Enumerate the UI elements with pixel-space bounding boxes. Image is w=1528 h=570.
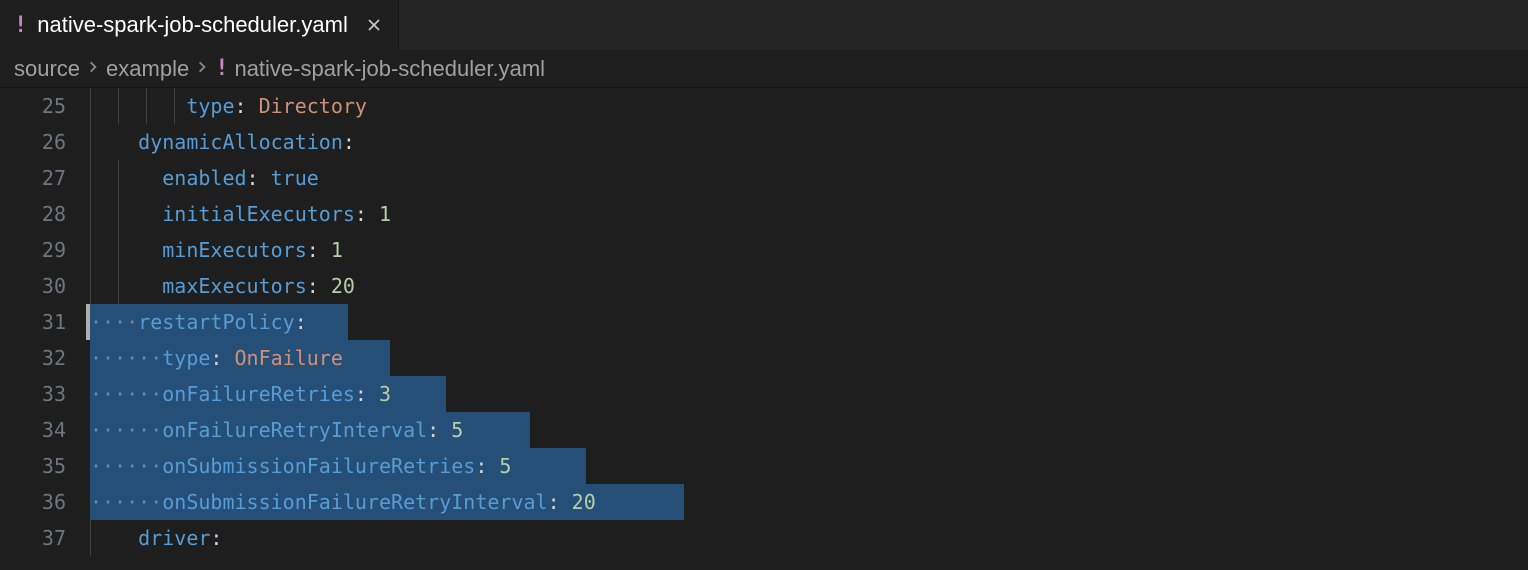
code-line[interactable]: enabled: true [90,160,1528,196]
tab-filename: native-spark-job-scheduler.yaml [37,12,348,38]
code-line[interactable]: initialExecutors: 1 [90,196,1528,232]
chevron-right-icon [195,58,209,79]
code-line[interactable]: ······onFailureRetryInterval: 5 [90,412,1528,448]
code-line[interactable]: ····restartPolicy: [90,304,1528,340]
breadcrumb-item[interactable]: source [14,56,80,82]
code-editor[interactable]: 25262728293031323334353637 type: Directo… [0,88,1528,556]
tab-bar: ! native-spark-job-scheduler.yaml [0,0,1528,50]
line-number: 33 [0,376,66,412]
line-number-gutter: 25262728293031323334353637 [0,88,90,556]
code-line[interactable]: ······type: OnFailure [90,340,1528,376]
code-line[interactable]: type: Directory [90,88,1528,124]
breadcrumb-item[interactable]: example [106,56,189,82]
line-number: 30 [0,268,66,304]
code-line[interactable]: ······onSubmissionFailureRetries: 5 [90,448,1528,484]
line-number: 25 [0,88,66,124]
line-number: 28 [0,196,66,232]
line-number: 26 [0,124,66,160]
code-area[interactable]: type: Directory dynamicAllocation: enabl… [90,88,1528,556]
line-number: 29 [0,232,66,268]
breadcrumb[interactable]: source example ! native-spark-job-schedu… [0,50,1528,88]
code-line[interactable]: ······onSubmissionFailureRetryInterval: … [90,484,1528,520]
line-number: 36 [0,484,66,520]
line-number: 31 [0,304,66,340]
code-line[interactable]: dynamicAllocation: [90,124,1528,160]
line-number: 27 [0,160,66,196]
line-number: 37 [0,520,66,556]
breadcrumb-file[interactable]: native-spark-job-scheduler.yaml [234,56,545,82]
code-line[interactable]: driver: [90,520,1528,556]
yaml-file-icon: ! [14,13,27,38]
line-number: 32 [0,340,66,376]
line-number: 34 [0,412,66,448]
code-line[interactable]: minExecutors: 1 [90,232,1528,268]
code-line[interactable]: ······onFailureRetries: 3 [90,376,1528,412]
chevron-right-icon [86,58,100,79]
close-icon[interactable] [364,15,384,35]
code-line[interactable]: maxExecutors: 20 [90,268,1528,304]
editor-tab[interactable]: ! native-spark-job-scheduler.yaml [0,0,399,50]
line-number: 35 [0,448,66,484]
yaml-file-icon: ! [215,56,228,81]
